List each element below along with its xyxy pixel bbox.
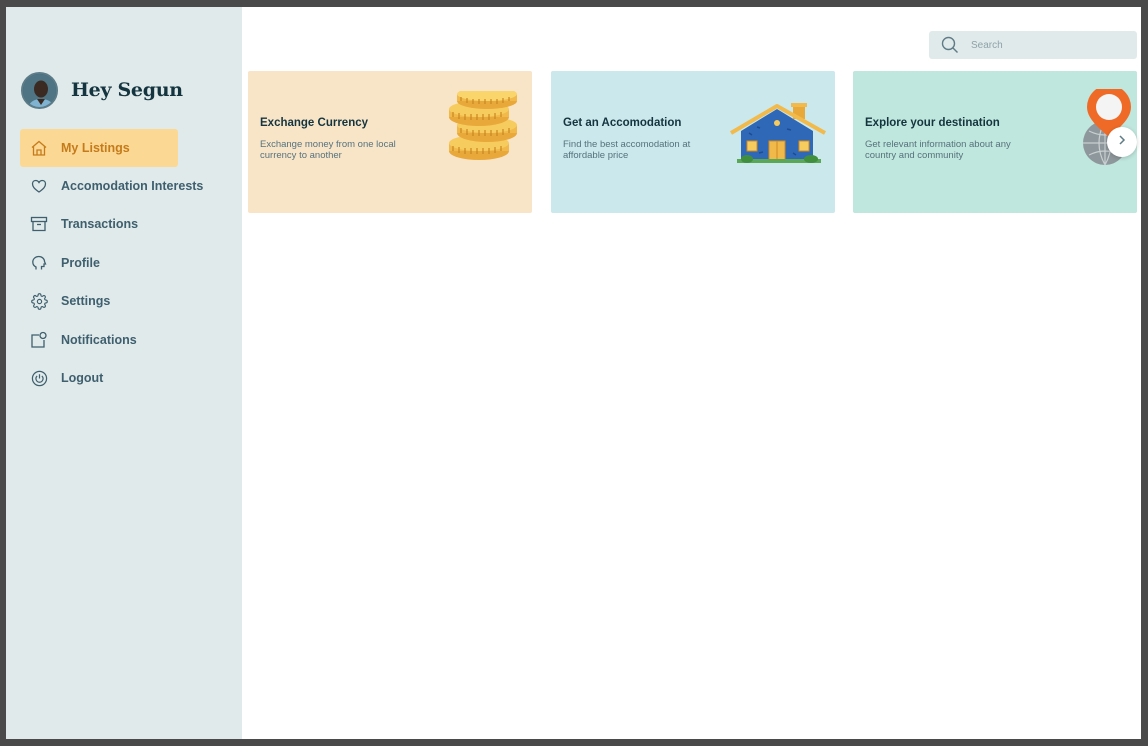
sidebar-item-label: Profile [61,256,100,270]
card-title: Explore your destination [865,117,1000,129]
coins-icon [449,91,517,160]
sidebar-item-settings[interactable]: Settings [20,282,178,320]
search-icon[interactable] [941,36,959,54]
heart-icon [29,176,49,196]
archive-box-icon [29,214,49,234]
avatar[interactable] [21,72,58,109]
sidebar-item-profile[interactable]: Profile [20,244,178,282]
sidebar-item-label: Notifications [61,333,137,347]
sidebar-item-label: Transactions [61,217,139,231]
home-icon [29,138,49,158]
search-input[interactable] [971,39,1121,51]
card-title: Get an Accomodation [563,117,682,129]
card-description: Get relevant information about any count… [865,139,1011,161]
greeting-title: Hey Segun [71,79,183,101]
sidebar: Hey Segun My Listings Accomodation Inter… [6,7,242,739]
sidebar-item-label: Settings [61,294,111,308]
card-description: Find the best accomodation at affordable… [563,139,691,161]
gear-icon [29,291,49,311]
card-exchange-currency[interactable]: Exchange Currency Exchange money from on… [248,71,532,213]
card-title: Exchange Currency [260,117,369,129]
sidebar-item-logout[interactable]: Logout [20,359,178,397]
sidebar-item-accomodation-interests[interactable]: Accomodation Interests [20,167,230,205]
carousel-next-button[interactable] [1107,127,1137,157]
sidebar-item-label: Accomodation Interests [61,179,204,193]
sidebar-item-my-listings[interactable]: My Listings [20,129,178,167]
sidebar-item-label: Logout [61,371,104,385]
chevron-right-icon [1116,133,1128,151]
card-get-accomodation[interactable]: Get an Accomodation Find the best accomo… [551,71,835,213]
house-icon [729,103,826,163]
search-bar [929,31,1137,59]
sidebar-item-transactions[interactable]: Transactions [20,205,178,243]
app-window: Hey Segun My Listings Accomodation Inter… [6,7,1141,739]
notification-icon [29,330,49,350]
profile-head-icon [29,253,49,273]
card-description: Exchange money from one local currency t… [260,139,396,161]
sidebar-item-notifications[interactable]: Notifications [20,321,178,359]
power-icon [29,368,49,388]
card-explore-destination[interactable]: Explore your destination Get relevant in… [853,71,1137,213]
sidebar-item-label: My Listings [61,141,130,155]
